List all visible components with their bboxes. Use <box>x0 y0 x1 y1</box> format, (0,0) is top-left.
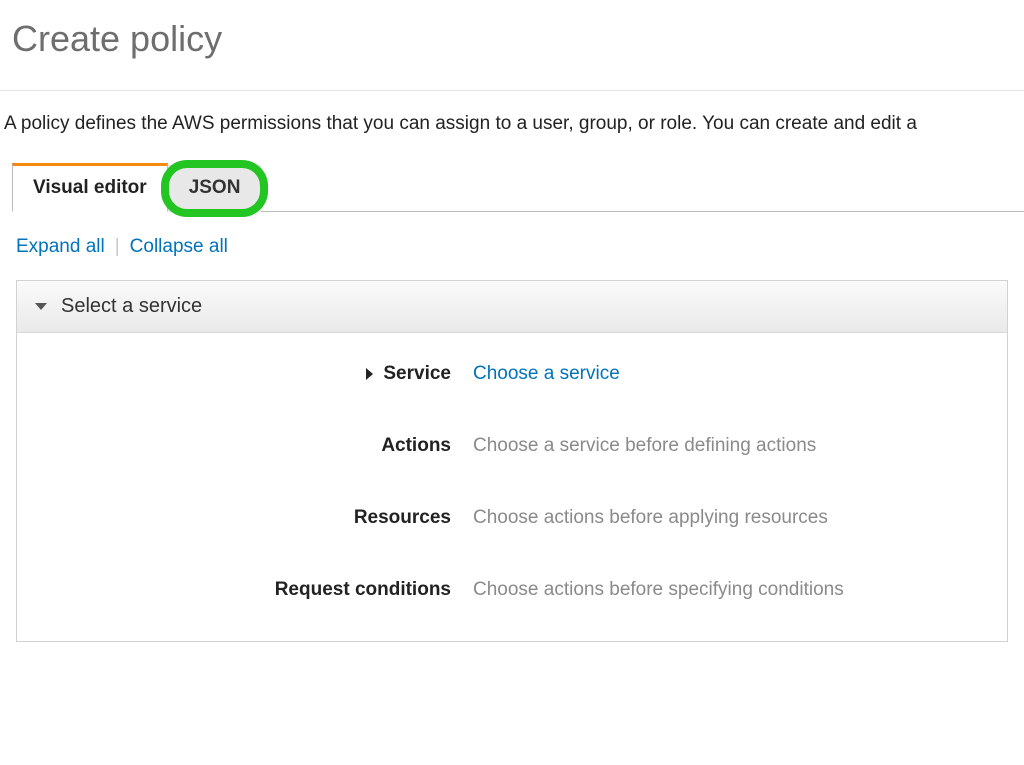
chevron-down-icon <box>35 303 47 310</box>
resources-label-text: Resources <box>354 507 451 529</box>
resources-value: Choose actions before applying resources <box>473 507 828 529</box>
service-label: Service <box>33 363 473 385</box>
service-row: Service Choose a service <box>33 363 991 385</box>
service-label-text: Service <box>383 363 451 385</box>
actions-value: Choose a service before defining actions <box>473 435 816 457</box>
collapse-all-link[interactable]: Collapse all <box>130 236 228 258</box>
tab-json-label: JSON <box>189 177 241 198</box>
tab-json[interactable]: JSON <box>168 165 262 212</box>
tab-visual-editor-label: Visual editor <box>33 177 147 198</box>
service-panel-body: Service Choose a service Actions Choose … <box>17 333 1007 641</box>
chevron-right-icon <box>366 368 373 380</box>
choose-service-link[interactable]: Choose a service <box>473 363 620 385</box>
request-conditions-label-text: Request conditions <box>275 579 451 601</box>
resources-label: Resources <box>33 507 473 529</box>
expand-all-link[interactable]: Expand all <box>16 236 105 258</box>
actions-label-text: Actions <box>381 435 451 457</box>
tabs-bar: Visual editor JSON <box>0 163 1024 212</box>
actions-row: Actions Choose a service before defining… <box>33 435 991 457</box>
divider <box>0 90 1024 91</box>
service-panel-title: Select a service <box>61 295 202 318</box>
request-conditions-row: Request conditions Choose actions before… <box>33 579 991 601</box>
service-panel: Select a service Service Choose a servic… <box>16 280 1008 642</box>
policy-description: A policy defines the AWS permissions tha… <box>0 113 1024 163</box>
link-separator: | <box>115 236 120 258</box>
request-conditions-label: Request conditions <box>33 579 473 601</box>
expand-collapse-controls: Expand all | Collapse all <box>0 212 1024 280</box>
service-panel-header[interactable]: Select a service <box>17 281 1007 333</box>
resources-row: Resources Choose actions before applying… <box>33 507 991 529</box>
page-title: Create policy <box>0 0 1024 90</box>
actions-label: Actions <box>33 435 473 457</box>
tab-visual-editor[interactable]: Visual editor <box>12 163 168 212</box>
request-conditions-value: Choose actions before specifying conditi… <box>473 579 844 601</box>
